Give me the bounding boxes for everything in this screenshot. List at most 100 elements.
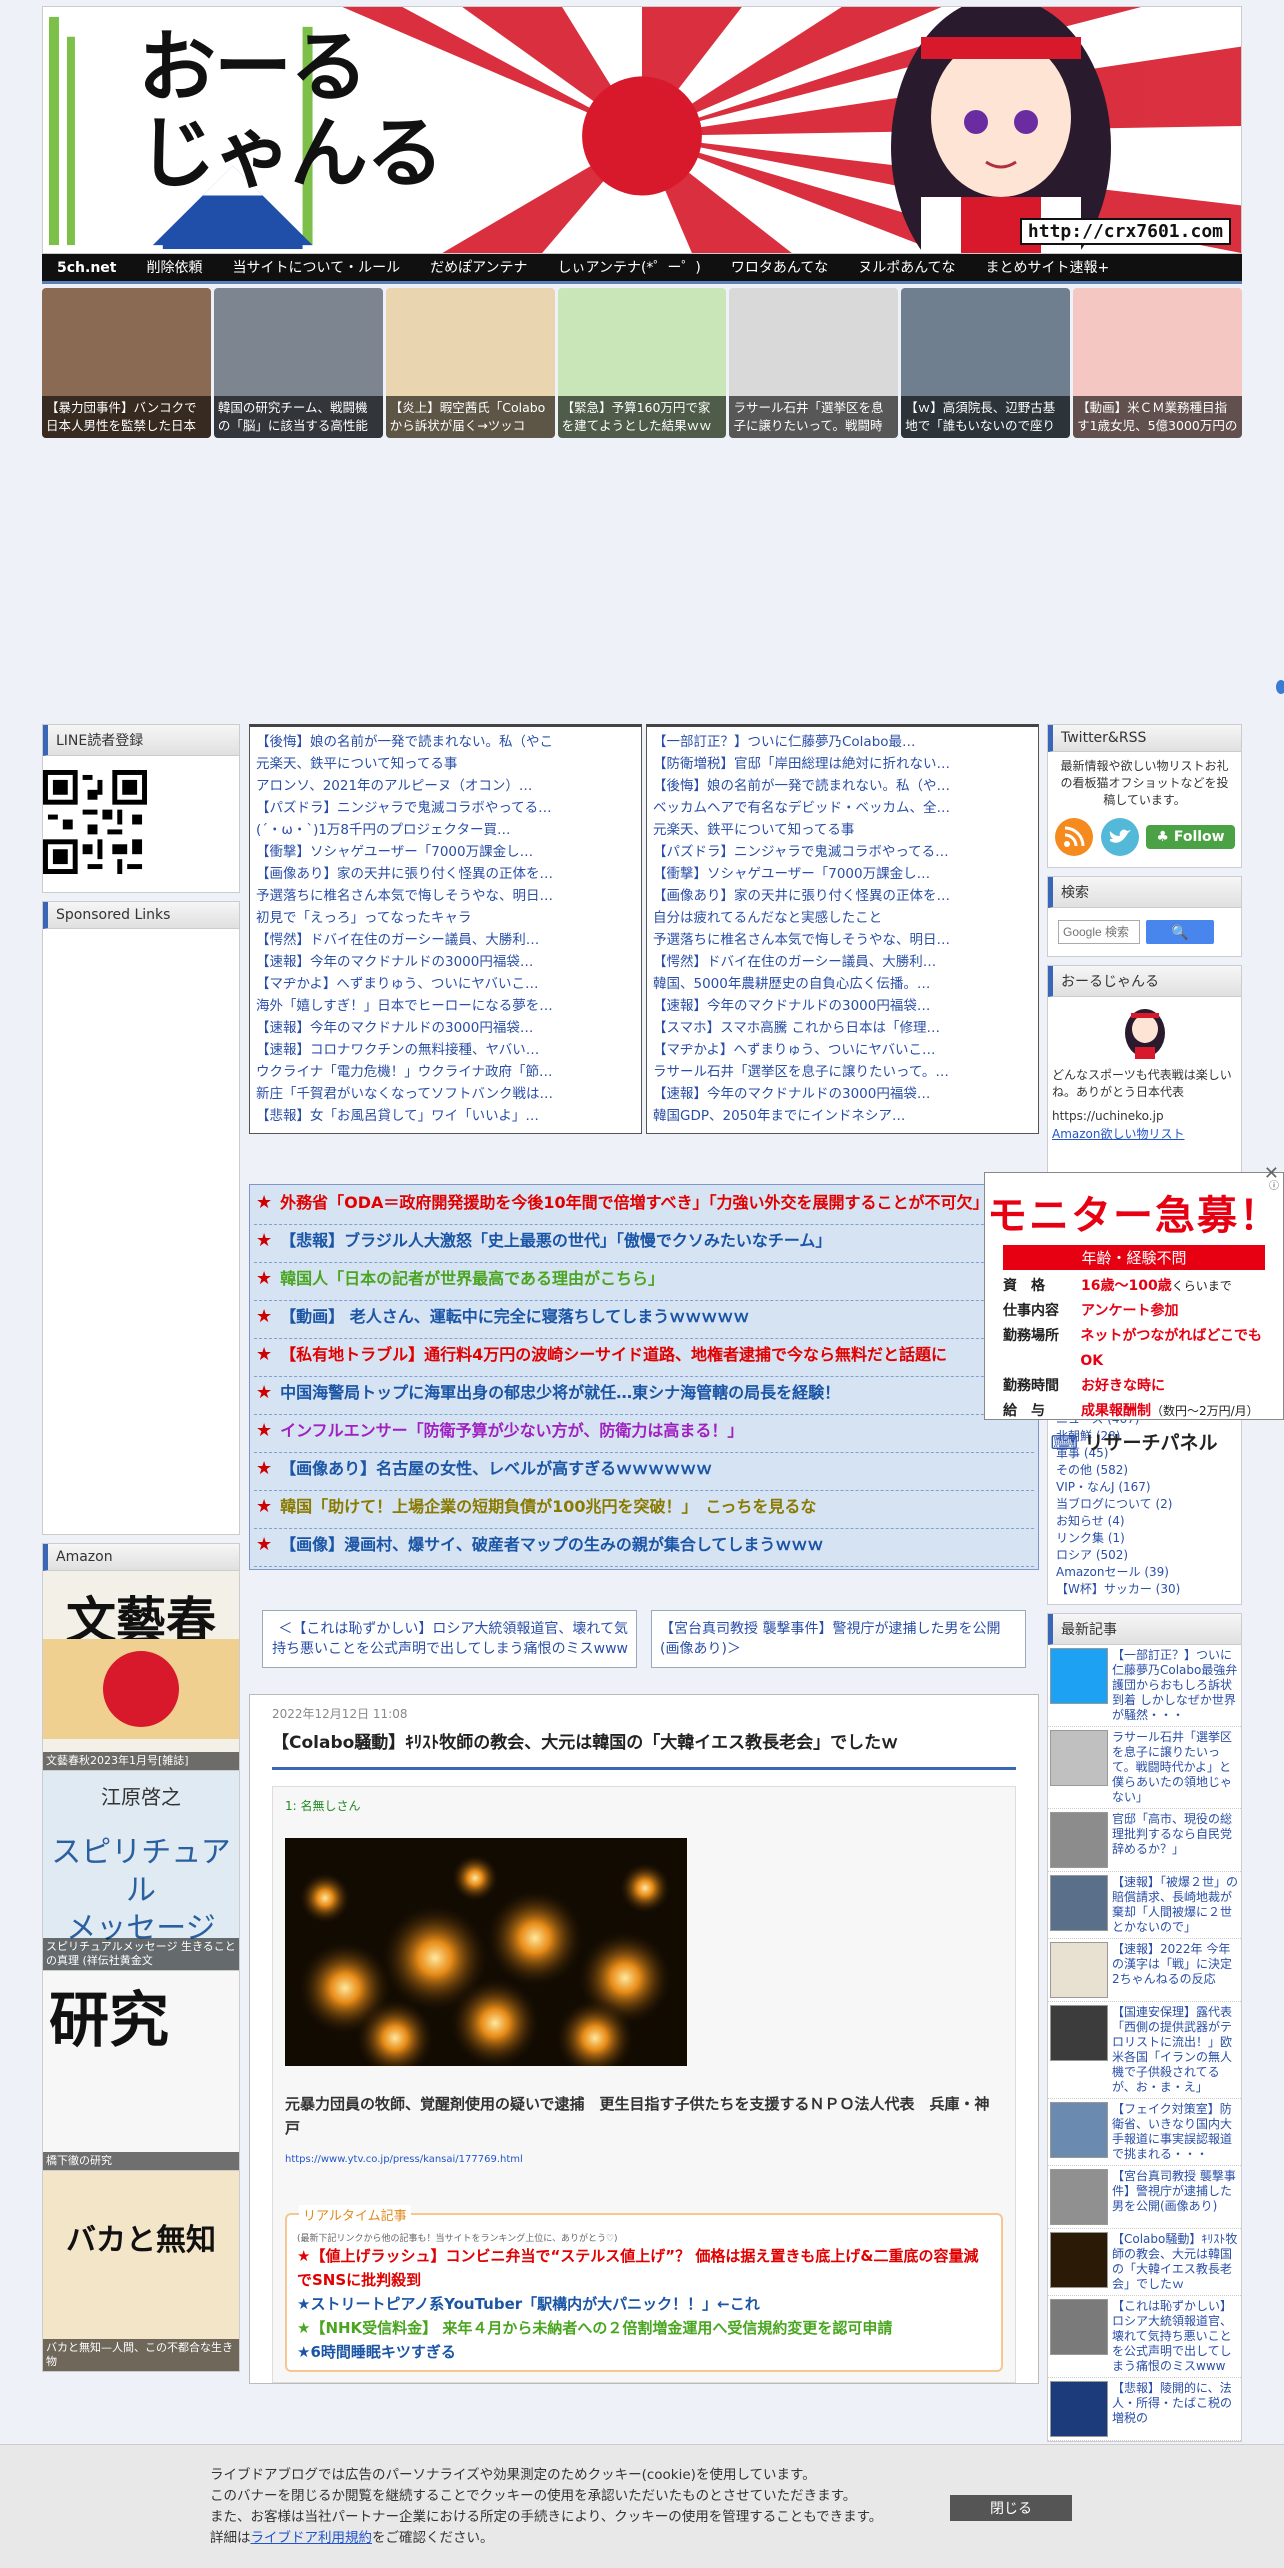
- featured-thumb[interactable]: 【緊急】予算160万円で家を建てようとした結果ｗｗ: [557, 288, 727, 438]
- amazon-product[interactable]: 文藝春秋 文藝春秋2023年1月号[雑誌]: [43, 1571, 239, 1771]
- headline-item[interactable]: ★ 【画像】漫画村、爆サイ、破産者マップの生みの親が集合してしまうｗｗｗ: [254, 1529, 1034, 1567]
- rss-icon[interactable]: [1054, 817, 1094, 857]
- antenna-link[interactable]: 【衝撃】ソシャゲユーザー「7000万課金し…: [653, 863, 1032, 885]
- featured-thumb[interactable]: 【動画】米ＣＭ業務種目指す1歳女児、5億3000万円の: [1073, 288, 1243, 438]
- recent-article[interactable]: 【宮台真司教授 襲撃事件】警視庁が逮捕した男を公開(画像あり): [1048, 2166, 1241, 2229]
- headline-item[interactable]: ★ 【私有地トラブル】通行料4万円の波崎シーサイド道路、地権者逮捕で今なら無料だと…: [254, 1339, 1034, 1377]
- amazon-product[interactable]: 研究 橋下徹の研究: [43, 1971, 239, 2171]
- nav-damepo-antenna[interactable]: だめぽアンテナ: [415, 253, 542, 283]
- headline-item[interactable]: ★ 【悲報】ブラジル人大激怒「史上最悪の世代」「傲慢でクソみたいなチーム」: [254, 1225, 1034, 1263]
- featured-thumb[interactable]: 【炎上】暇空茜氏「Colaboから訴状が届く→ツッコ: [385, 288, 555, 438]
- antenna-link[interactable]: 【パズドラ】ニンジャラで鬼滅コラボやってる…: [256, 797, 635, 819]
- realtime-item[interactable]: ★【NHK受信料金】 来年４月から未納者への２倍割増金運用へ受信規約変更を認可申…: [297, 2316, 991, 2340]
- nav-about[interactable]: 当サイトについて・ルール: [217, 253, 415, 283]
- antenna-link[interactable]: 【一部訂正？】ついに仁藤夢乃Colabo最…: [653, 731, 1032, 753]
- next-article-link[interactable]: 【宮台真司教授 襲撃事件】警視庁が逮捕した男を公開(画像あり)＞: [651, 1610, 1026, 1668]
- antenna-link[interactable]: 【衝撃】ソシャゲユーザー「7000万課金し…: [256, 841, 635, 863]
- headline-text[interactable]: 【画像】漫画村、爆サイ、破産者マップの生みの親が集合してしまうｗｗｗ: [280, 1535, 823, 1555]
- featured-thumb[interactable]: 韓国の研究チーム、戦闘機の「脳」に該当する高性能: [213, 288, 383, 438]
- headline-text[interactable]: 外務省「ODA＝政府開発援助を今後10年間で倍増すべき」「力強い外交を展開するこ…: [280, 1193, 988, 1213]
- antenna-link[interactable]: (´・ω・`)1万8千円のプロジェクター買…: [256, 819, 635, 841]
- recent-article-title[interactable]: 【これは恥ずかしい】ロシア大統領報道官、壊れて気持ち悪いことを公式声明で出してし…: [1112, 2299, 1239, 2374]
- adchoice-icon[interactable]: ⓘ: [1269, 1177, 1279, 1192]
- headline-text[interactable]: 【画像あり】名古屋の女性、レベルが高すぎるｗｗｗｗｗｗ: [280, 1459, 712, 1479]
- realtime-item[interactable]: ★ストリートピアノ系YouTuber「駅構内が大パニック！！」←これ: [297, 2292, 991, 2316]
- category-link[interactable]: VIP・なんJ (167): [1056, 1479, 1233, 1496]
- recent-article-title[interactable]: 【速報】2022年 今年の漢字は「戦」に決定 2ちゃんねるの反応: [1112, 1942, 1239, 1998]
- featured-thumb[interactable]: 【ｗ】高須院長、辺野古基地で「誰もいないので座り: [901, 288, 1071, 438]
- nav-shii-antenna[interactable]: しぃアンテナ(*゜ー゜): [543, 253, 716, 283]
- terms-link[interactable]: ライブドア利用規約: [251, 2530, 373, 2546]
- antenna-link[interactable]: 【悲報】女「お風呂貸して」ワイ「いいよ」…: [256, 1105, 635, 1127]
- headline-item[interactable]: ★ 中国海警局トップに海軍出身の郁忠少将が就任…東シナ海管轄の局長を経験！: [254, 1377, 1034, 1415]
- article-title[interactable]: 【Colabo騒動】ｷﾘｽﾄ牧師の教会、大元は韓国の「大韓イエス教長老会」でした…: [272, 1722, 1016, 1770]
- site-banner[interactable]: おーる じゃんる http://crx7601.com: [42, 6, 1242, 254]
- recent-article[interactable]: 【悲報】陵開的に、法人・所得・たばこ税の増税の: [1048, 2378, 1241, 2441]
- category-link[interactable]: その他 (582): [1056, 1462, 1233, 1479]
- recent-article-title[interactable]: ラサール石井「選挙区を息子に譲りたいって。戦闘時代かよ」と僕らあいたの領地じゃな…: [1112, 1730, 1239, 1805]
- nav-5ch[interactable]: 5ch.net: [42, 253, 131, 283]
- antenna-link[interactable]: 【後悔】娘の名前が一発で読まれない。私（やこ: [256, 731, 635, 753]
- nav-nullpo-antenna[interactable]: ヌルポあんてな: [843, 253, 970, 283]
- antenna-link[interactable]: 【速報】今年のマクドナルドの3000円福袋…: [653, 995, 1032, 1017]
- antenna-link[interactable]: ベッカムヘアで有名なデビッド・ベッカム、全…: [653, 797, 1032, 819]
- antenna-link[interactable]: 【速報】今年のマクドナルドの3000円福袋…: [653, 1083, 1032, 1105]
- headline-item[interactable]: ★ インフルエンサー「防衛予算が少ない方が、防衛力は高まる！」: [254, 1415, 1034, 1453]
- antenna-link[interactable]: 【愕然】ドバイ在住のガーシー議員、大勝利…: [256, 929, 635, 951]
- source-link[interactable]: https://www.ytv.co.jp/press/kansai/17776…: [285, 2154, 1003, 2165]
- featured-thumb[interactable]: 【暴力団事件】バンコクで日本人男性を監禁した日本: [42, 288, 211, 438]
- wishlist-link[interactable]: Amazon欲しい物リスト: [1048, 1123, 1241, 1144]
- antenna-link[interactable]: 【パズドラ】ニンジャラで鬼滅コラボやってる…: [653, 841, 1032, 863]
- headline-text[interactable]: インフルエンサー「防衛予算が少ない方が、防衛力は高まる！」: [280, 1421, 743, 1441]
- antenna-link[interactable]: 【速報】今年のマクドナルドの3000円福袋…: [256, 1017, 635, 1039]
- antenna-link[interactable]: ウクライナ「電力危機！」ウクライナ政府「節…: [256, 1061, 635, 1083]
- nav-delete-request[interactable]: 削除依頼: [131, 253, 217, 283]
- ad-popup[interactable]: ✕ ⓘ モニター急募！ 年齢・経験不問 資 格 16歳〜100歳くらいまで 仕事内容…: [984, 1163, 1284, 1454]
- recent-article-title[interactable]: 【速報】「被爆２世」の賠償請求、長崎地裁が棄却「人間被爆に２世とかないので」: [1112, 1875, 1239, 1935]
- antenna-link[interactable]: 予選落ちに椎名さん本気で悔しそうやな、明日…: [653, 929, 1032, 951]
- antenna-link[interactable]: 【後悔】娘の名前が一発で読まれない。私（や…: [653, 775, 1032, 797]
- headline-text[interactable]: 【動画】 老人さん、運転中に完全に寝落ちしてしまうｗｗｗｗｗ: [280, 1307, 749, 1327]
- headline-text[interactable]: 【私有地トラブル】通行料4万円の波崎シーサイド道路、地権者逮捕で今なら無料だと話…: [280, 1345, 947, 1365]
- recent-article[interactable]: 【速報】2022年 今年の漢字は「戦」に決定 2ちゃんねるの反応: [1048, 1939, 1241, 2002]
- recent-article-title[interactable]: 【悲報】陵開的に、法人・所得・たばこ税の増税の: [1112, 2381, 1239, 2437]
- antenna-link[interactable]: 【画像あり】家の天井に張り付く怪異の正体を…: [653, 885, 1032, 907]
- headline-text[interactable]: 【悲報】ブラジル人大激怒「史上最悪の世代」「傲慢でクソみたいなチーム」: [280, 1231, 831, 1251]
- recent-article[interactable]: 【速報】「被爆２世」の賠償請求、長崎地裁が棄却「人間被爆に２世とかないので」: [1048, 1872, 1241, 1939]
- recent-article[interactable]: 官邸「高市、現役の総理批判するなら自民党辞めるか？」: [1048, 1809, 1241, 1872]
- featured-thumb[interactable]: ラサール石井「選挙区を息子に譲りたいって。戦闘時: [729, 288, 899, 438]
- antenna-link[interactable]: 【防衛増税】官邸「岸田総理は絶対に折れない…: [653, 753, 1032, 775]
- antenna-link[interactable]: 【速報】今年のマクドナルドの3000円福袋…: [256, 951, 635, 973]
- antenna-link[interactable]: 【マヂかよ】へずまりゅう、ついにヤバいこ…: [653, 1039, 1032, 1061]
- recent-article[interactable]: ラサール石井「選挙区を息子に譲りたいって。戦闘時代かよ」と僕らあいたの領地じゃな…: [1048, 1727, 1241, 1809]
- antenna-link[interactable]: 【愕然】ドバイ在住のガーシー議員、大勝利…: [653, 951, 1032, 973]
- recent-article-title[interactable]: 【フェイク対策室】防衛省、いきなり国内大手報道に事実誤認報道で挑まれる・・・: [1112, 2102, 1239, 2162]
- recent-article[interactable]: 【フェイク対策室】防衛省、いきなり国内大手報道に事実誤認報道で挑まれる・・・: [1048, 2099, 1241, 2166]
- recent-article[interactable]: 【国連安保理】露代表「西側の提供武器がテロリストに流出！」欧米各国「イランの無人…: [1048, 2002, 1241, 2099]
- amazon-product[interactable]: バカと無知 バカと無知—人間、この不都合な生き物: [43, 2171, 239, 2371]
- antenna-link[interactable]: 海外「嬉しすぎ！」日本でヒーローになる夢を…: [256, 995, 635, 1017]
- headline-item[interactable]: ★ 【動画】 老人さん、運転中に完全に寝落ちしてしまうｗｗｗｗｗ: [254, 1301, 1034, 1339]
- about-url[interactable]: https://uchineko.jp: [1048, 1103, 1241, 1123]
- antenna-link[interactable]: 【速報】コロナワクチンの無料接種、ヤバい…: [256, 1039, 635, 1061]
- category-link[interactable]: 【W杯】サッカー (30): [1056, 1581, 1233, 1598]
- headline-text[interactable]: 韓国「助けて！上場企業の短期負債が100兆円を突破！」 こっちを見るな: [280, 1497, 816, 1517]
- recent-article[interactable]: 【Colabo騒動】ｷﾘｽﾄ牧師の教会、大元は韓国の「大韓イエス教長老会」でした…: [1048, 2229, 1241, 2296]
- follow-button[interactable]: ♣ Follow: [1146, 825, 1235, 849]
- search-input[interactable]: [1058, 920, 1140, 944]
- recent-article-title[interactable]: 【一部訂正？】ついに仁藤夢乃Colabo最強弁護団からおもしろ訴状到着 しかしな…: [1112, 1648, 1239, 1723]
- category-link[interactable]: お知らせ (4): [1056, 1513, 1233, 1530]
- headline-item[interactable]: ★ 韓国「助けて！上場企業の短期負債が100兆円を突破！」 こっちを見るな: [254, 1491, 1034, 1529]
- nav-warota-antenna[interactable]: ワロタあんてな: [716, 253, 843, 283]
- antenna-link[interactable]: 初見で「えっろ」ってなったキャラ: [256, 907, 635, 929]
- antenna-link[interactable]: 予選落ちに椎名さん本気で悔しそうやな、明日…: [256, 885, 635, 907]
- twitter-bird-icon[interactable]: [1100, 817, 1140, 857]
- realtime-item[interactable]: ★6時間睡眠キツすぎる: [297, 2340, 991, 2364]
- amazon-product[interactable]: 江原啓之 スピリチュアル メッセージ スピリチュアルメッセージ 生きることの真理 …: [43, 1771, 239, 1971]
- realtime-item[interactable]: ★【値上げラッシュ】コンビニ弁当で“ステルス値上げ”？ 価格は据え置きも底上げ&…: [297, 2244, 991, 2292]
- category-link[interactable]: 当ブログについて (2): [1056, 1496, 1233, 1513]
- recent-article-title[interactable]: 【宮台真司教授 襲撃事件】警視庁が逮捕した男を公開(画像あり): [1112, 2169, 1239, 2225]
- antenna-link[interactable]: 元楽天、鉄平について知ってる事: [256, 753, 635, 775]
- recent-article-title[interactable]: 【Colabo騒動】ｷﾘｽﾄ牧師の教会、大元は韓国の「大韓イエス教長老会」でした…: [1112, 2232, 1239, 2292]
- category-link[interactable]: リンク集 (1): [1056, 1530, 1233, 1547]
